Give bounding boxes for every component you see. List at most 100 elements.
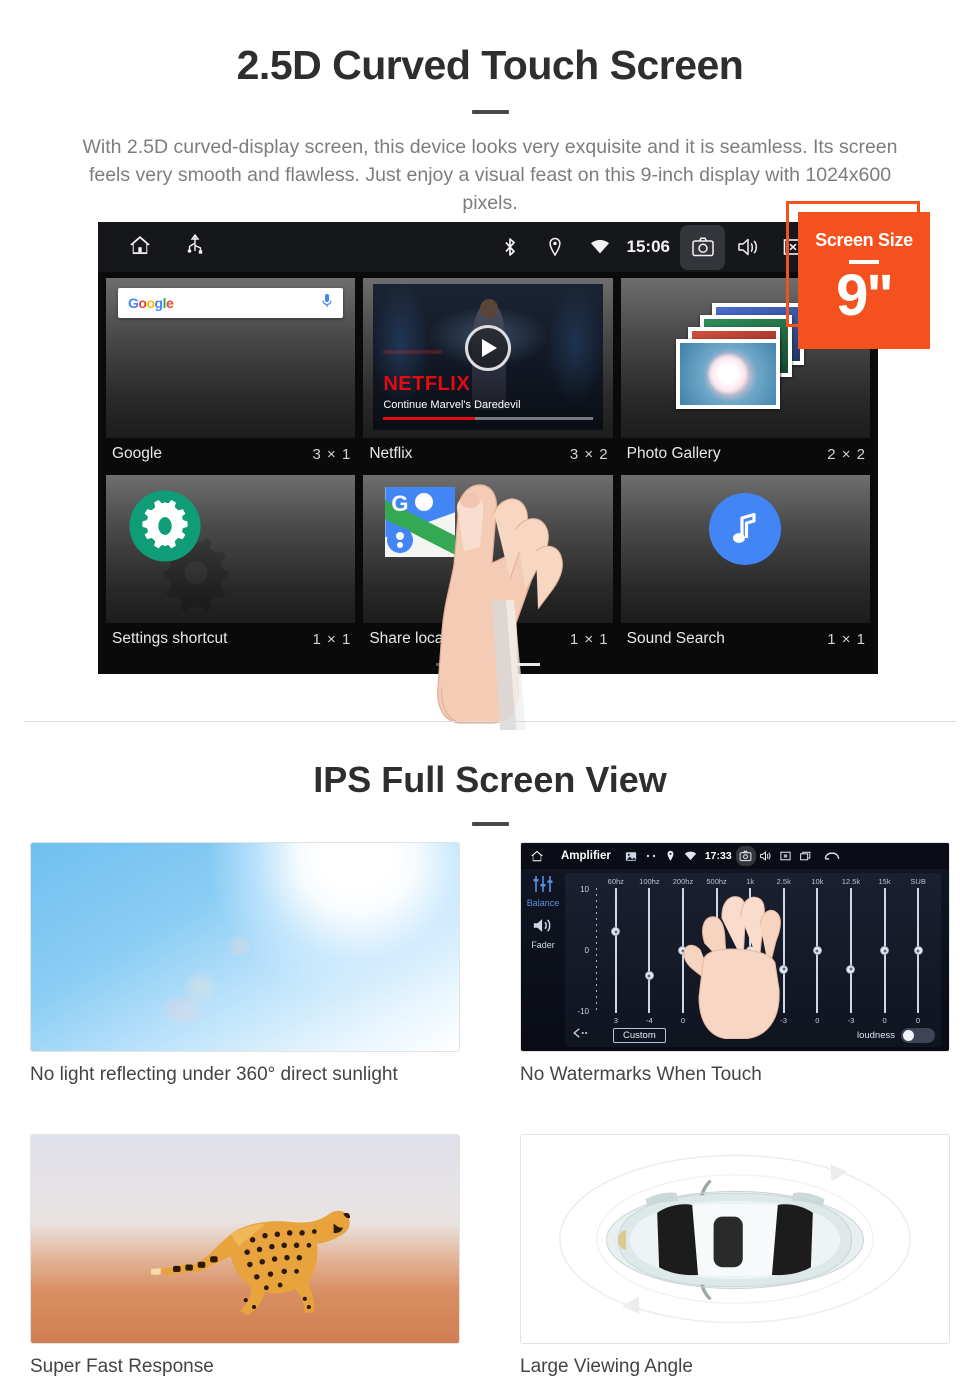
feature-tile-sunlight[interactable]: No light reflecting under 360° direct su… [0, 842, 490, 1086]
maps-g-letter: G [391, 491, 409, 516]
car-body [606, 1179, 864, 1301]
freq-label: 10k [811, 877, 824, 886]
section2-divider [471, 822, 509, 826]
eq-slider-knob[interactable] [846, 964, 856, 974]
ips-full-screen-view-section: IPS Full Screen View No light reflecting… [0, 724, 980, 1377]
equalizer-sliders-icon [532, 876, 554, 896]
feature-caption: Large Viewing Angle [520, 1356, 693, 1377]
page-dot-active[interactable] [514, 663, 540, 666]
eq-slider-100hz[interactable] [633, 888, 667, 1013]
eq-slider-track [849, 888, 852, 1013]
home-icon[interactable] [527, 846, 547, 866]
eq-value: -4 [646, 1016, 653, 1025]
widget-size: 2 × 2 [827, 445, 866, 463]
feature-row-2: Super Fast Response Large Viewing Angle [0, 1134, 980, 1378]
loudness-toggle[interactable] [901, 1027, 935, 1043]
loudness-control[interactable]: loudness [857, 1027, 935, 1043]
eq-slider-12.5k[interactable] [834, 888, 868, 1013]
eq-slider-knob[interactable] [644, 971, 654, 980]
microphone-icon[interactable] [321, 293, 333, 314]
eq-slider-knob[interactable] [812, 946, 822, 955]
photo-thumb-front [676, 339, 781, 409]
sunlight-image [30, 842, 460, 1052]
google-maps-icon: G [385, 487, 456, 557]
widget-maps-preview: G [363, 475, 613, 623]
speaker-icon [532, 919, 554, 938]
sidebar-item-fader[interactable]: Fader [521, 917, 565, 950]
y-label: 0 [584, 945, 589, 955]
camera-icon[interactable] [735, 846, 756, 866]
sidebar-item-balance[interactable]: Balance [521, 876, 565, 908]
maps-person-avatar [387, 527, 414, 553]
status-clock: 15:06 [626, 237, 670, 256]
eq-slider-track [614, 888, 617, 1013]
home-icon[interactable] [128, 233, 152, 262]
widget-name: Photo Gallery [626, 445, 721, 462]
netflix-thumbnail: NETFLIX Continue Marvel's Daredevil [373, 284, 603, 430]
freq-label: 12.5k [841, 877, 861, 886]
volume-icon[interactable] [725, 225, 770, 270]
amplifier-sidebar: Balance Fader [521, 869, 565, 1051]
widget-name: Sound Search [626, 630, 725, 647]
play-icon[interactable] [464, 325, 511, 372]
feature-tile-viewing-angle[interactable]: Large Viewing Angle [490, 1134, 980, 1378]
android-device-screen: 15:06 Google Google 3 × 1 NETFLIX Contin… [98, 222, 878, 674]
page-indicator[interactable] [436, 663, 540, 666]
freq-label: 1k [746, 877, 755, 886]
y-label: 10 [580, 885, 589, 894]
eq-slider-15k[interactable] [868, 888, 902, 1013]
recent-apps-icon[interactable] [796, 846, 816, 866]
feature-tile-watermarks[interactable]: Amplifier 17:33 Balance Fader 60hz 100hz… [490, 842, 980, 1086]
widget-sound-search[interactable]: Sound Search 1 × 1 [620, 469, 870, 654]
widget-netflix-preview: NETFLIX Continue Marvel's Daredevil [363, 278, 613, 438]
preset-button[interactable]: Custom [613, 1027, 666, 1043]
music-note-icon [709, 493, 782, 565]
car-top-view-rotation [521, 1135, 949, 1343]
screen-size-badge: Screen Size 9" [798, 212, 930, 349]
feature-tile-fast-response[interactable]: Super Fast Response [0, 1134, 490, 1378]
location-pin-icon [661, 846, 681, 866]
screen-size-label: Screen Size [815, 230, 913, 250]
widget-size: 3 × 1 [312, 445, 352, 463]
widget-settings-shortcut[interactable]: Settings shortcut 1 × 1 [106, 469, 356, 654]
widget-name: Settings shortcut [112, 630, 228, 647]
amplifier-clock: 17:33 [704, 850, 732, 862]
eq-value: 3 [613, 1016, 618, 1025]
freq-label: SUB [910, 877, 926, 886]
eq-value: 0 [882, 1016, 887, 1025]
page-dot[interactable] [436, 663, 462, 666]
google-search-bar[interactable]: Google [118, 288, 344, 318]
eq-slider-knob[interactable] [913, 946, 923, 955]
android-home-screen: 15:06 Google Google 3 × 1 NETFLIX Contin… [98, 222, 878, 674]
eq-slider-sub[interactable] [901, 888, 935, 1013]
usb-icon [186, 233, 204, 261]
back-icon[interactable] [822, 846, 842, 866]
widget-netflix[interactable]: NETFLIX Continue Marvel's Daredevil Netf… [363, 272, 613, 469]
android-status-bar: 15:06 [98, 222, 878, 272]
widget-picker-grid: Google Google 3 × 1 NETFLIX Continue Mar… [98, 272, 878, 674]
dots-icon [641, 846, 661, 866]
location-pin-icon [533, 225, 578, 270]
close-box-icon[interactable] [776, 846, 796, 866]
netflix-brand: NETFLIX [383, 373, 471, 395]
settings-gear-icon [129, 490, 201, 562]
feature-caption: No Watermarks When Touch [520, 1064, 762, 1085]
open-hand-overlay [683, 895, 781, 1039]
eq-slider-60hz[interactable] [599, 888, 633, 1013]
eq-value: 0 [916, 1016, 921, 1025]
eq-slider-10k[interactable] [801, 888, 835, 1013]
back-arrow-icon[interactable] [571, 1026, 591, 1044]
widget-google[interactable]: Google Google 3 × 1 [106, 272, 356, 469]
curved-touch-screen-section: 2.5D Curved Touch Screen With 2.5D curve… [0, 0, 980, 730]
netflix-caption: Continue Marvel's Daredevil [383, 399, 521, 411]
sidebar-label-balance: Balance [526, 898, 560, 908]
feature-tiles-grid: No light reflecting under 360° direct su… [0, 842, 980, 1378]
page-dot[interactable] [475, 663, 501, 666]
camera-icon[interactable] [680, 224, 725, 270]
widget-share-location[interactable]: G Share location 1 × 1 [363, 469, 613, 654]
cheetah-figure [151, 1210, 351, 1316]
eq-slider-knob[interactable] [880, 946, 890, 955]
eq-slider-knob[interactable] [611, 927, 621, 937]
feature-row-1: No light reflecting under 360° direct su… [0, 842, 980, 1086]
volume-icon[interactable] [756, 846, 776, 866]
